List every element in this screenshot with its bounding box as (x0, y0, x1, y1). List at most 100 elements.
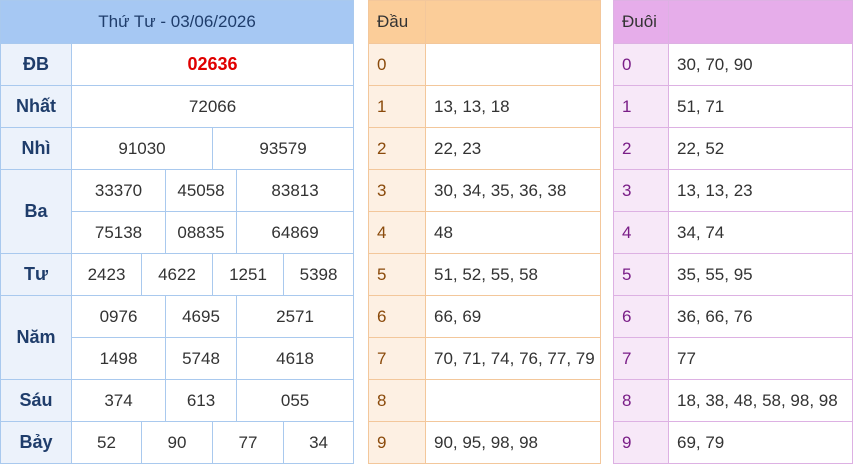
dau-digit: 4 (368, 211, 426, 254)
duoi-values: 69, 79 (668, 421, 853, 464)
duoi-digit: 3 (613, 169, 669, 212)
dau-row: 6 66, 69 (368, 295, 601, 338)
results-date-header: Thứ Tư - 03/06/2026 (0, 0, 355, 44)
prize-label: Bảy (0, 421, 72, 464)
prize-number: 1498 (71, 337, 166, 380)
prize-number: 613 (165, 379, 237, 422)
duoi-values: 18, 38, 48, 58, 98, 98 (668, 379, 853, 422)
duoi-values: 35, 55, 95 (668, 253, 853, 296)
dau-row: 2 22, 23 (368, 127, 601, 170)
prize-number: 33370 (71, 169, 166, 212)
dau-values (425, 43, 601, 86)
duoi-row: 1 51, 71 (613, 85, 853, 128)
prize-number: 77 (212, 421, 284, 464)
duoi-row: 9 69, 79 (613, 421, 853, 464)
duoi-row: 2 22, 52 (613, 127, 853, 170)
dau-row: 4 48 (368, 211, 601, 254)
dau-row: 1 13, 13, 18 (368, 85, 601, 128)
duoi-digit: 9 (613, 421, 669, 464)
duoi-row: 7 77 (613, 337, 853, 380)
duoi-values: 51, 71 (668, 85, 853, 128)
prize-number: 055 (235, 379, 355, 422)
prize-number: 2423 (71, 253, 142, 296)
duoi-digit: 7 (613, 337, 669, 380)
prize-label: Năm (0, 295, 72, 380)
lottery-results-table: Thứ Tư - 03/06/2026 ĐB 02636 Nhất 72066 … (0, 0, 355, 464)
prize-label: Tư (0, 253, 72, 296)
duoi-row: 5 35, 55, 95 (613, 253, 853, 296)
dau-values: 66, 69 (425, 295, 601, 338)
dau-values: 70, 71, 74, 76, 77, 79 (425, 337, 601, 380)
duoi-row: 6 36, 66, 76 (613, 295, 853, 338)
dau-row: 0 (368, 43, 601, 86)
duoi-digit: 2 (613, 127, 669, 170)
prize-label: Sáu (0, 379, 72, 422)
prize-row-first: Nhất 72066 (0, 85, 355, 128)
dau-digit: 5 (368, 253, 426, 296)
duoi-row: 8 18, 38, 48, 58, 98, 98 (613, 379, 853, 422)
dau-digit: 2 (368, 127, 426, 170)
dau-values: 22, 23 (425, 127, 601, 170)
prize-number: 34 (282, 421, 355, 464)
dau-values: 90, 95, 98, 98 (425, 421, 601, 464)
head-digit-header: Đầu (368, 0, 426, 44)
prize-label: ĐB (0, 43, 72, 86)
duoi-digit: 4 (613, 211, 669, 254)
prize-number: 02636 (70, 43, 355, 86)
duoi-values: 34, 74 (668, 211, 853, 254)
duoi-values: 30, 70, 90 (668, 43, 853, 86)
dau-values (425, 379, 601, 422)
duoi-values: 13, 13, 23 (668, 169, 853, 212)
dau-digit: 3 (368, 169, 426, 212)
prize-row-special: ĐB 02636 (0, 43, 355, 86)
prize-number: 4618 (235, 337, 355, 380)
dau-values: 13, 13, 18 (425, 85, 601, 128)
prize-row-second: Nhì 91030 93579 (0, 127, 355, 170)
dau-row: 3 30, 34, 35, 36, 38 (368, 169, 601, 212)
prize-number: 52 (71, 421, 142, 464)
duoi-row: 0 30, 70, 90 (613, 43, 853, 86)
dau-row: 7 70, 71, 74, 76, 77, 79 (368, 337, 601, 380)
duoi-row: 3 13, 13, 23 (613, 169, 853, 212)
dau-row: 5 51, 52, 55, 58 (368, 253, 601, 296)
prize-number: 374 (71, 379, 166, 422)
prize-row-seventh: Bảy 52 90 77 34 (0, 421, 355, 464)
duoi-digit: 8 (613, 379, 669, 422)
dau-values: 51, 52, 55, 58 (425, 253, 601, 296)
prize-label: Nhì (0, 127, 72, 170)
tail-digit-table: Đuôi 0 30, 70, 90 1 51, 71 2 22, 52 3 13, 13, 2… (613, 0, 853, 464)
prize-number: 2571 (235, 295, 355, 338)
prize-number: 1251 (212, 253, 284, 296)
duoi-values: 77 (668, 337, 853, 380)
duoi-values: 22, 52 (668, 127, 853, 170)
prize-number: 5748 (165, 337, 237, 380)
duoi-digit: 6 (613, 295, 669, 338)
prize-number: 75138 (71, 211, 166, 254)
prize-row-third: Ba 33370 45058 83813 (0, 169, 355, 254)
dau-digit: 7 (368, 337, 426, 380)
dau-digit: 1 (368, 85, 426, 128)
prize-number: 83813 (235, 169, 355, 212)
prize-row-fifth: Năm 0976 4695 2571 (0, 295, 355, 380)
dau-digit: 9 (368, 421, 426, 464)
duoi-values: 36, 66, 76 (668, 295, 853, 338)
prize-label: Ba (0, 169, 72, 254)
dau-digit: 8 (368, 379, 426, 422)
head-digit-table: Đầu 0 1 13, 13, 18 2 22, 23 3 30, 34, 35, 36, … (368, 0, 601, 464)
tail-digit-header: Đuôi (613, 0, 669, 44)
duoi-digit: 0 (613, 43, 669, 86)
prize-number: 08835 (165, 211, 237, 254)
duoi-row: 4 34, 74 (613, 211, 853, 254)
dau-digit: 0 (368, 43, 426, 86)
prize-number: 4695 (165, 295, 237, 338)
prize-number: 0976 (71, 295, 166, 338)
prize-number: 90 (141, 421, 213, 464)
prize-label: Nhất (0, 85, 72, 128)
prize-number: 93579 (211, 127, 355, 170)
dau-digit: 6 (368, 295, 426, 338)
dau-values: 30, 34, 35, 36, 38 (425, 169, 601, 212)
prize-row-sixth: Sáu 374 613 055 (0, 379, 355, 422)
prize-number: 45058 (165, 169, 237, 212)
prize-number: 72066 (70, 85, 355, 128)
prize-number: 5398 (282, 253, 355, 296)
